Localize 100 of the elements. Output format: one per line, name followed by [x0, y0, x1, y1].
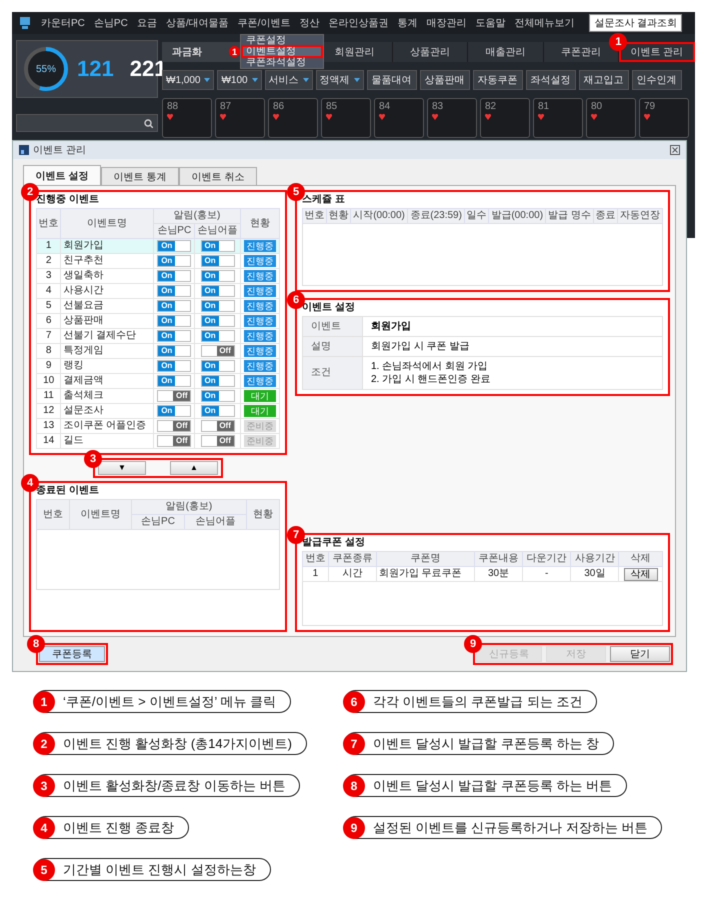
column-header: 손님PC: [154, 224, 195, 238]
panel-title: 발급쿠폰 설정: [302, 537, 366, 549]
event-row[interactable]: 11 출석체크 Off On 대기: [36, 388, 280, 404]
dialog-button[interactable]: 닫기: [610, 646, 670, 662]
event-row[interactable]: 9 랭킹 On On 진행중: [36, 358, 280, 374]
menu-item[interactable]: 정산: [299, 16, 320, 30]
menu-item[interactable]: 쿠폰/이벤트: [238, 16, 290, 30]
seat-tile[interactable]: 87: [215, 98, 265, 138]
toggle-switch[interactable]: On: [200, 404, 235, 417]
dialog-tab[interactable]: 이벤트 취소: [179, 167, 257, 185]
toggle-switch[interactable]: Off: [200, 434, 235, 447]
toggle-switch[interactable]: On: [157, 344, 192, 357]
callout-number: 9: [464, 635, 482, 653]
move-down-button[interactable]: ▼: [98, 461, 146, 475]
table-cell: 30일: [570, 566, 619, 582]
event-row[interactable]: 5 선불요금 On On 진행중: [36, 298, 280, 314]
toggle-switch[interactable]: On: [157, 330, 192, 342]
event-row[interactable]: 1 회원가입 On On 진행중: [36, 238, 280, 254]
screen-tab[interactable]: 매출관리: [468, 42, 544, 62]
toggle-switch[interactable]: On: [157, 404, 192, 417]
seat-tile[interactable]: 81: [533, 98, 583, 138]
toggle-switch[interactable]: On: [157, 314, 192, 327]
seat-tile[interactable]: 80: [586, 98, 636, 138]
toolbar-button[interactable]: 인수인계: [632, 70, 682, 90]
coupon-register-button[interactable]: 쿠폰등록: [39, 646, 105, 662]
toggle-switch[interactable]: Off: [200, 420, 235, 432]
seat-tile[interactable]: 84: [374, 98, 424, 138]
toggle-switch[interactable]: Off: [157, 420, 192, 432]
toggle-switch[interactable]: On: [200, 284, 235, 297]
toggle-switch[interactable]: On: [157, 270, 192, 282]
menu-item[interactable]: 매장관리: [426, 16, 466, 30]
event-row[interactable]: 13 조이쿠폰 어플인증 Off Off 준비중: [36, 418, 280, 434]
dropdown[interactable]: ₩1,000: [162, 70, 214, 90]
event-row[interactable]: 10 결제금액 On On 진행중: [36, 374, 280, 388]
survey-button[interactable]: 설문조사 결과조회: [589, 14, 682, 32]
event-row[interactable]: 2 친구추천 On On 진행중: [36, 254, 280, 268]
toolbar-button[interactable]: 물품대여: [366, 70, 417, 90]
heart-icon: [326, 114, 332, 120]
toolbar-button[interactable]: 재고입고: [578, 70, 629, 90]
seat-tile[interactable]: 82: [480, 98, 530, 138]
seat-tile[interactable]: 79: [639, 98, 689, 138]
seat-tile[interactable]: 86: [268, 98, 318, 138]
toggle-switch[interactable]: On: [200, 330, 235, 342]
toggle-switch[interactable]: Off: [157, 390, 192, 402]
event-row[interactable]: 3 생일축하 On On 진행중: [36, 268, 280, 284]
menu-item[interactable]: 상품/대여물품: [166, 16, 229, 30]
status-label: 진행중: [244, 330, 276, 342]
column-header: 자동연장: [618, 208, 662, 224]
dropdown[interactable]: ₩100: [217, 70, 262, 90]
toggle-switch[interactable]: On: [200, 254, 235, 267]
callout-number: 1: [33, 691, 55, 713]
menu-item[interactable]: 요금: [136, 16, 157, 30]
event-row[interactable]: 8 특정게임 On Off 진행중: [36, 344, 280, 358]
toolbar-button[interactable]: 상품판매: [420, 70, 470, 90]
event-row[interactable]: 12 설문조사 On On 대기: [36, 404, 280, 418]
menu-item[interactable]: 온라인상품권: [328, 16, 388, 30]
toggle-switch[interactable]: On: [200, 300, 235, 312]
callout-number: 6: [343, 691, 365, 713]
dropdown[interactable]: 서비스: [264, 70, 313, 90]
toggle-switch[interactable]: On: [157, 254, 192, 267]
toggle-switch[interactable]: On: [200, 314, 235, 327]
dialog-tab[interactable]: 이벤트 설정: [23, 165, 101, 185]
event-row[interactable]: 6 상품판매 On On 진행중: [36, 314, 280, 328]
menu-item[interactable]: 전체메뉴보기: [514, 16, 574, 30]
dropdown[interactable]: 정액제: [316, 70, 364, 90]
menu-item[interactable]: 손님PC: [94, 16, 128, 30]
callout-text: 이벤트 진행 활성화창 (총14가지이벤트): [63, 734, 292, 752]
toggle-switch[interactable]: On: [200, 390, 235, 402]
event-row[interactable]: 4 사용시간 On On 진행중: [36, 284, 280, 298]
dialog-tab[interactable]: 이벤트 통계: [101, 167, 179, 185]
search-field[interactable]: [16, 114, 158, 132]
column-header: 현황: [240, 208, 280, 238]
toggle-switch[interactable]: On: [200, 270, 235, 282]
event-row[interactable]: 14 길드 Off Off 준비중: [36, 434, 280, 448]
column-header: 알림(홍보): [131, 500, 246, 514]
seat-tile[interactable]: 85: [321, 98, 371, 138]
toolbar-button[interactable]: 자동쿠폰: [472, 70, 523, 90]
toggle-switch[interactable]: Off: [200, 344, 235, 357]
toggle-switch[interactable]: On: [200, 360, 235, 372]
screen-tab[interactable]: 상품관리: [392, 42, 468, 62]
toggle-switch[interactable]: On: [157, 300, 192, 312]
menu-item[interactable]: 카운터PC: [41, 16, 85, 30]
toolbar-button[interactable]: 좌석설정: [526, 70, 576, 90]
seat-tile[interactable]: 88: [162, 98, 212, 138]
callout-text: 각각 이벤트들의 쿠폰발급 되는 조건: [373, 692, 582, 710]
delete-button[interactable]: 삭제: [624, 568, 658, 580]
toggle-switch[interactable]: Off: [157, 434, 192, 447]
submenu-item[interactable]: 이벤트설정: [242, 46, 322, 57]
toggle-switch[interactable]: On: [157, 360, 192, 372]
toggle-switch[interactable]: On: [157, 240, 192, 252]
seat-tile[interactable]: 83: [427, 98, 477, 138]
menu-item[interactable]: 도움말: [475, 16, 506, 30]
toggle-switch[interactable]: On: [200, 374, 235, 387]
toggle-switch[interactable]: On: [157, 284, 192, 297]
move-up-button[interactable]: ▲: [170, 461, 218, 475]
table-cell: 1: [302, 566, 328, 582]
event-row[interactable]: 7 선불기 결제수단 On On 진행중: [36, 328, 280, 344]
toggle-switch[interactable]: On: [200, 240, 235, 252]
toggle-switch[interactable]: On: [157, 374, 192, 387]
menu-item[interactable]: 통계: [397, 16, 418, 30]
